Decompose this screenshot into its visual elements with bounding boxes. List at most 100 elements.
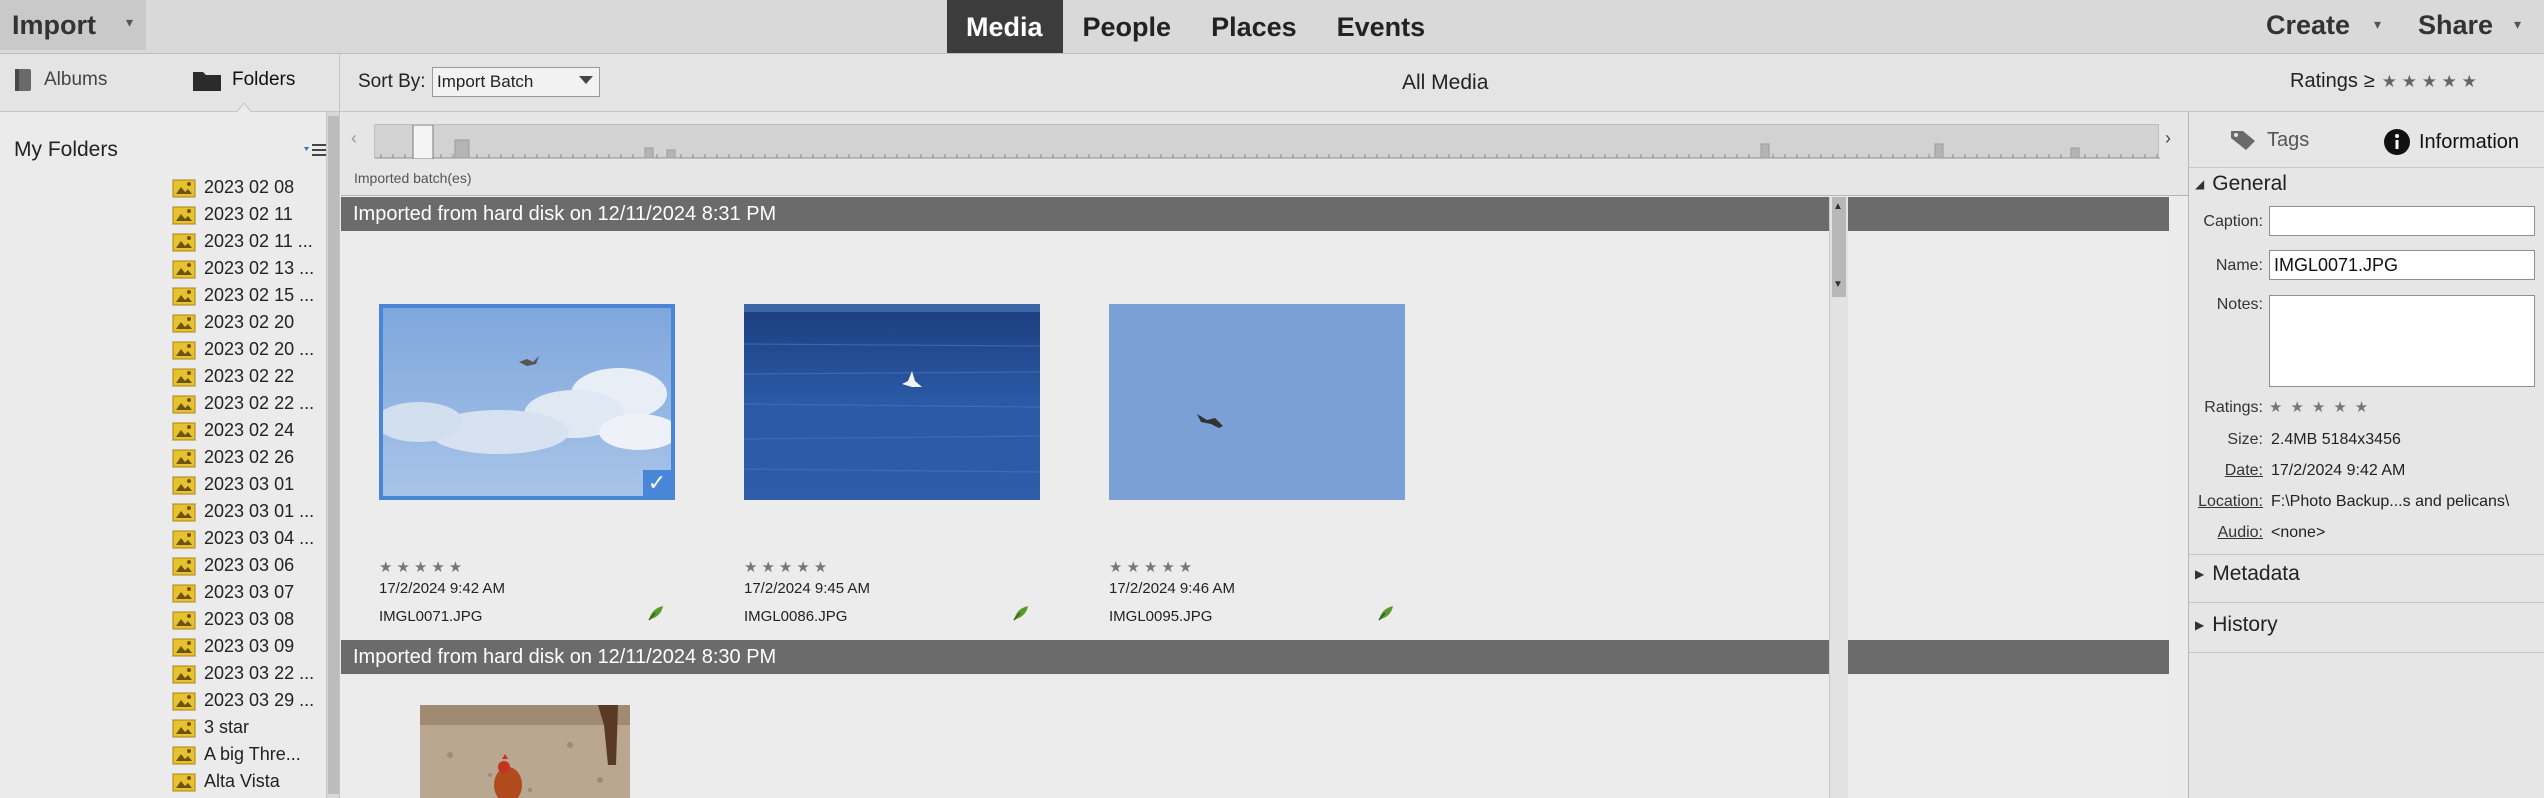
rating-stars[interactable]: ★★★★★ (1109, 558, 1196, 576)
grid-scrollbar[interactable]: ▲ ▼ (1829, 197, 1848, 798)
name-label: Name: (2215, 257, 2263, 274)
folder-item[interactable]: 2023 03 06 (172, 552, 314, 579)
metadata-section-toggle[interactable]: ▶ Metadata (2195, 562, 2300, 586)
chevron-down-icon[interactable]: ▾ (2374, 16, 2381, 33)
rating-stars[interactable]: ★★★★★ (2269, 398, 2376, 416)
photo-filename: IMGL0086.JPG (744, 608, 848, 625)
location-label[interactable]: Location: (2191, 493, 2263, 511)
folder-item[interactable]: 2023 03 22 ... (172, 660, 314, 687)
create-button[interactable]: Create (2266, 10, 2350, 41)
tab-media[interactable]: Media (947, 0, 1063, 53)
folder-item-label: 2023 03 04 ... (204, 528, 315, 548)
caption-field[interactable] (2269, 206, 2535, 236)
folders-tab[interactable]: Folders (192, 68, 295, 92)
general-section-toggle[interactable]: ◢ General (2195, 172, 2287, 196)
rating-stars[interactable]: ★★★★★ (379, 558, 466, 576)
sort-by-label: Sort By: (358, 71, 426, 92)
gull-clear-sky-photo (1109, 304, 1405, 500)
chevron-down-icon[interactable]: ▾ (2514, 16, 2521, 33)
folder-item[interactable]: A big Thre... (172, 741, 314, 768)
timeline-batch-bar (1934, 143, 1944, 159)
date-value: 17/2/2024 9:42 AM (2271, 462, 2406, 479)
sort-by-select[interactable]: Import Batch (432, 67, 600, 97)
my-folders-heading: My Folders (14, 138, 118, 161)
folder-item[interactable]: 2023 03 04 ... (172, 525, 314, 552)
info-icon (2384, 129, 2410, 155)
tab-events[interactable]: Events (1317, 0, 1446, 53)
image-folder-icon (172, 314, 196, 332)
folder-item-label: 2023 03 07 (204, 582, 295, 602)
triangle-down-icon: ◢ (2195, 177, 2205, 191)
folder-item[interactable]: 2023 03 09 (172, 633, 314, 660)
folder-item-label: 2023 02 08 (204, 177, 295, 197)
folder-item[interactable]: 2023 02 22 (172, 363, 314, 390)
folder-item[interactable]: 2023 03 01 (172, 471, 314, 498)
timeline-track[interactable] (374, 124, 2160, 160)
gull-sky-clouds-photo (379, 304, 675, 500)
timeline-left-arrow[interactable]: ‹ (351, 128, 357, 149)
folder-item[interactable]: 2023 02 11 ... (172, 228, 314, 255)
audio-label[interactable]: Audio: (2197, 524, 2263, 542)
photo-thumbnail[interactable] (420, 705, 630, 798)
timeline-right-arrow[interactable]: › (2165, 128, 2171, 149)
ratings-label: Ratings: (2204, 399, 2263, 416)
metadata-label: Metadata (2212, 562, 2300, 585)
checkmark-icon[interactable]: ✓ (643, 470, 671, 496)
timeline-batch-bar (666, 149, 676, 159)
name-field[interactable]: IMGL0071.JPG (2269, 250, 2535, 280)
scroll-up-icon[interactable]: ▲ (1833, 201, 1843, 212)
folders-scrollbar[interactable] (326, 112, 339, 798)
folder-item[interactable]: 2023 02 20 ... (172, 336, 314, 363)
scrollbar-thumb[interactable] (328, 116, 339, 794)
image-folder-icon (172, 287, 196, 305)
tab-tags[interactable]: Tags (2229, 128, 2309, 152)
folder-item[interactable]: 3 star (172, 714, 314, 741)
image-folder-icon (172, 395, 196, 413)
image-folder-icon (172, 368, 196, 386)
folder-item[interactable]: 2023 03 07 (172, 579, 314, 606)
view-tabs: Media People Places Events (947, 0, 1445, 53)
folder-item-label: 2023 03 09 (204, 636, 295, 656)
photo-filename: IMGL0095.JPG (1109, 608, 1213, 625)
folder-item-label: 3 star (204, 717, 250, 737)
date-label[interactable]: Date: (2197, 462, 2263, 480)
history-section-toggle[interactable]: ▶ History (2195, 613, 2278, 637)
timeline-histogram (375, 124, 2160, 160)
folder-item[interactable]: 2023 02 26 (172, 444, 314, 471)
image-folder-icon (172, 638, 196, 656)
folder-item[interactable]: 2023 02 08 (172, 174, 314, 201)
folder-item-label: Alta Vista (204, 771, 280, 791)
photo-thumbnail[interactable]: ✓ (379, 304, 675, 500)
folder-item[interactable]: 2023 02 22 ... (172, 390, 314, 417)
folder-item[interactable]: 2023 02 13 ... (172, 255, 314, 282)
ratings-filter-stars[interactable]: ★ ★ ★ ★ ★ (2382, 72, 2477, 92)
notes-field[interactable] (2269, 295, 2535, 387)
rating-stars[interactable]: ★★★★★ (744, 558, 831, 576)
triangle-right-icon: ▶ (2195, 618, 2205, 632)
tab-places[interactable]: Places (1191, 0, 1317, 53)
folder-item[interactable]: 2023 03 08 (172, 606, 314, 633)
folder-item[interactable]: 2023 02 15 ... (172, 282, 314, 309)
ratings-operator[interactable]: ≥ (2364, 70, 2375, 93)
photo-date: 17/2/2024 9:42 AM (379, 580, 505, 597)
folder-item[interactable]: Alta Vista (172, 768, 314, 795)
folder-item-label: 2023 03 06 (204, 555, 295, 575)
folder-item-label: 2023 03 01 (204, 474, 295, 494)
photo-thumbnail[interactable] (744, 304, 1040, 500)
import-label: Import (12, 10, 96, 40)
photo-thumbnail[interactable] (1109, 304, 1405, 500)
sort-by-value: Import Batch (437, 72, 534, 91)
folder-item[interactable]: 2023 02 24 (172, 417, 314, 444)
share-button[interactable]: Share (2418, 10, 2493, 41)
tab-information[interactable]: Information (2383, 128, 2519, 156)
tab-people[interactable]: People (1063, 0, 1192, 53)
albums-tab[interactable]: Albums (12, 68, 107, 92)
folder-item-label: 2023 02 11 (204, 204, 293, 224)
folder-item[interactable]: 2023 03 29 ... (172, 687, 314, 714)
folder-item-label: 2023 02 24 (204, 420, 295, 440)
folder-item[interactable]: 2023 02 20 (172, 309, 314, 336)
import-button[interactable]: Import ▾ (0, 0, 146, 50)
scroll-down-icon[interactable]: ▼ (1833, 279, 1843, 290)
folder-item[interactable]: 2023 03 01 ... (172, 498, 314, 525)
folder-item[interactable]: 2023 02 11 (172, 201, 314, 228)
